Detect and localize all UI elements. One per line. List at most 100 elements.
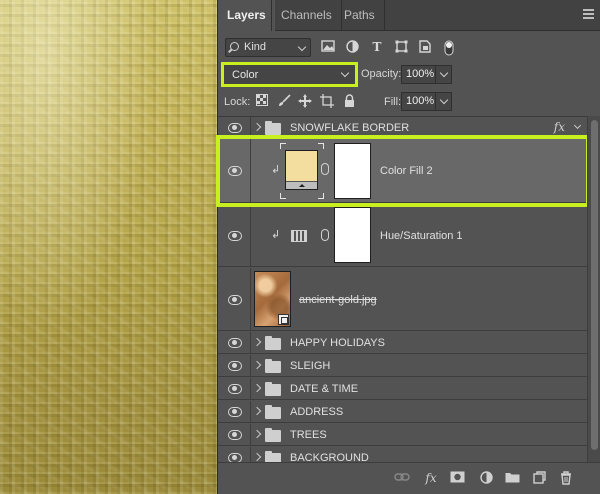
layer-row-ancient-gold[interactable]: ancient-gold.jpg bbox=[218, 268, 587, 331]
eye-icon[interactable] bbox=[228, 123, 242, 133]
delete-layer-icon[interactable] bbox=[558, 471, 574, 485]
folder-icon bbox=[265, 405, 281, 419]
layer-mask-thumbnail[interactable] bbox=[334, 207, 371, 263]
layer-row-sleigh[interactable]: SLEIGH bbox=[218, 355, 587, 377]
thumbnail-bracket bbox=[318, 143, 324, 149]
lock-artboard-icon[interactable] bbox=[320, 94, 334, 108]
chevron-right-icon[interactable] bbox=[252, 337, 262, 347]
eye-icon[interactable] bbox=[228, 453, 242, 463]
link-icon[interactable] bbox=[321, 229, 329, 241]
eye-icon[interactable] bbox=[228, 166, 242, 176]
thumbnail-bracket bbox=[318, 193, 324, 199]
lock-image-pixels-icon[interactable] bbox=[277, 94, 291, 108]
opacity-dropdown-button[interactable] bbox=[435, 65, 452, 84]
chevron-down-icon bbox=[297, 42, 307, 52]
opacity-input[interactable]: 100% bbox=[401, 65, 436, 84]
chevron-right-icon[interactable] bbox=[252, 122, 262, 132]
image-thumbnail[interactable] bbox=[254, 271, 291, 327]
lock-transparent-pixels-icon[interactable] bbox=[255, 94, 269, 108]
eye-icon[interactable] bbox=[228, 384, 242, 394]
new-group-icon[interactable] bbox=[504, 471, 520, 485]
layer-row-address[interactable]: ADDRESS bbox=[218, 401, 587, 423]
visibility-cell[interactable] bbox=[218, 424, 251, 445]
lock-label: Lock: bbox=[224, 96, 251, 108]
lock-all-icon[interactable] bbox=[342, 94, 356, 108]
tab-layers[interactable]: Layers bbox=[218, 0, 275, 32]
folder-icon bbox=[265, 382, 281, 396]
layer-mask-thumbnail[interactable] bbox=[334, 143, 371, 199]
add-mask-icon[interactable] bbox=[449, 471, 465, 485]
panel-tab-bar: Layers Channels Paths bbox=[218, 0, 600, 32]
visibility-cell[interactable] bbox=[218, 268, 251, 330]
visibility-cell[interactable] bbox=[218, 401, 251, 422]
layer-name: SNOWFLAKE BORDER bbox=[290, 122, 410, 134]
visibility-cell[interactable] bbox=[218, 355, 251, 376]
tab-channels[interactable]: Channels bbox=[271, 0, 342, 31]
folder-icon bbox=[265, 121, 281, 135]
filter-toggle-icon[interactable] bbox=[442, 40, 456, 56]
thumbnail-bracket bbox=[280, 143, 286, 149]
color-fill-thumbnail[interactable] bbox=[285, 150, 318, 190]
hue-saturation-icon[interactable] bbox=[291, 230, 307, 242]
layer-name: DATE & TIME bbox=[290, 383, 359, 395]
layer-name: HAPPY HOLIDAYS bbox=[290, 337, 385, 349]
chevron-down-icon bbox=[340, 68, 350, 78]
visibility-cell[interactable] bbox=[218, 447, 251, 463]
chevron-right-icon[interactable] bbox=[252, 452, 262, 462]
search-icon bbox=[230, 42, 239, 51]
add-layer-style-icon[interactable]: fx bbox=[423, 471, 439, 485]
layer-row-snowflake-border[interactable]: SNOWFLAKE BORDER fx bbox=[218, 117, 587, 138]
layer-name: SLEIGH bbox=[290, 360, 331, 372]
fill-label: Fill: bbox=[384, 96, 402, 108]
clipping-arrow-icon: ↲ bbox=[271, 164, 281, 176]
link-icon[interactable] bbox=[321, 163, 329, 175]
chevron-down-icon[interactable] bbox=[573, 121, 582, 130]
fx-icon[interactable]: fx bbox=[554, 120, 565, 134]
eye-icon[interactable] bbox=[228, 361, 242, 371]
layer-row-trees[interactable]: TREES bbox=[218, 424, 587, 446]
visibility-cell[interactable] bbox=[218, 204, 251, 266]
visibility-cell[interactable] bbox=[218, 332, 251, 353]
chevron-right-icon[interactable] bbox=[252, 383, 262, 393]
eye-icon[interactable] bbox=[228, 338, 242, 348]
eye-icon[interactable] bbox=[228, 430, 242, 440]
eye-icon[interactable] bbox=[228, 295, 242, 305]
new-layer-icon[interactable] bbox=[531, 471, 547, 485]
scrollbar-thumb[interactable] bbox=[591, 120, 598, 450]
link-layers-icon[interactable] bbox=[394, 471, 410, 485]
layer-row-happy-holidays[interactable]: HAPPY HOLIDAYS bbox=[218, 332, 587, 354]
layers-scrollbar[interactable] bbox=[587, 116, 600, 462]
type-filter-icon[interactable]: T bbox=[370, 40, 384, 54]
smart-object-filter-icon[interactable] bbox=[418, 40, 432, 54]
chevron-right-icon[interactable] bbox=[252, 429, 262, 439]
shape-filter-icon[interactable] bbox=[394, 40, 408, 54]
lock-row: Lock: Fill: 100% bbox=[218, 91, 600, 113]
visibility-cell[interactable] bbox=[218, 378, 251, 399]
lock-position-icon[interactable] bbox=[298, 94, 312, 108]
layers-panel: Layers Channels Paths Kind T Color Opaci… bbox=[216, 0, 600, 494]
chevron-right-icon[interactable] bbox=[252, 360, 262, 370]
eye-icon[interactable] bbox=[228, 407, 242, 417]
image-filter-icon[interactable] bbox=[321, 40, 335, 54]
fill-dropdown-button[interactable] bbox=[435, 92, 452, 111]
new-adjustment-layer-icon[interactable] bbox=[478, 471, 494, 485]
panel-menu-icon[interactable] bbox=[583, 9, 594, 21]
layer-row-background[interactable]: BACKGROUND bbox=[218, 447, 587, 465]
filter-kind-select[interactable]: Kind bbox=[225, 38, 311, 57]
visibility-cell[interactable] bbox=[218, 117, 251, 137]
eye-icon[interactable] bbox=[228, 231, 242, 241]
clipping-arrow-icon: ↲ bbox=[271, 229, 281, 241]
adjustment-filter-icon[interactable] bbox=[345, 40, 359, 54]
tab-paths[interactable]: Paths bbox=[335, 0, 385, 31]
chevron-right-icon[interactable] bbox=[252, 406, 262, 416]
layer-row-date-time[interactable]: DATE & TIME bbox=[218, 378, 587, 400]
fill-input[interactable]: 100% bbox=[401, 92, 436, 111]
folder-icon bbox=[265, 336, 281, 350]
layer-row-color-fill-2[interactable]: ↲ Color Fill 2 bbox=[218, 139, 587, 203]
layer-row-hue-saturation-1[interactable]: ↲ Hue/Saturation 1 bbox=[218, 204, 587, 267]
filter-row: Kind T bbox=[218, 36, 600, 58]
layer-name: ADDRESS bbox=[290, 406, 344, 418]
visibility-cell[interactable] bbox=[218, 139, 251, 202]
blend-mode-select[interactable]: Color bbox=[221, 62, 358, 87]
folder-icon bbox=[265, 428, 281, 442]
